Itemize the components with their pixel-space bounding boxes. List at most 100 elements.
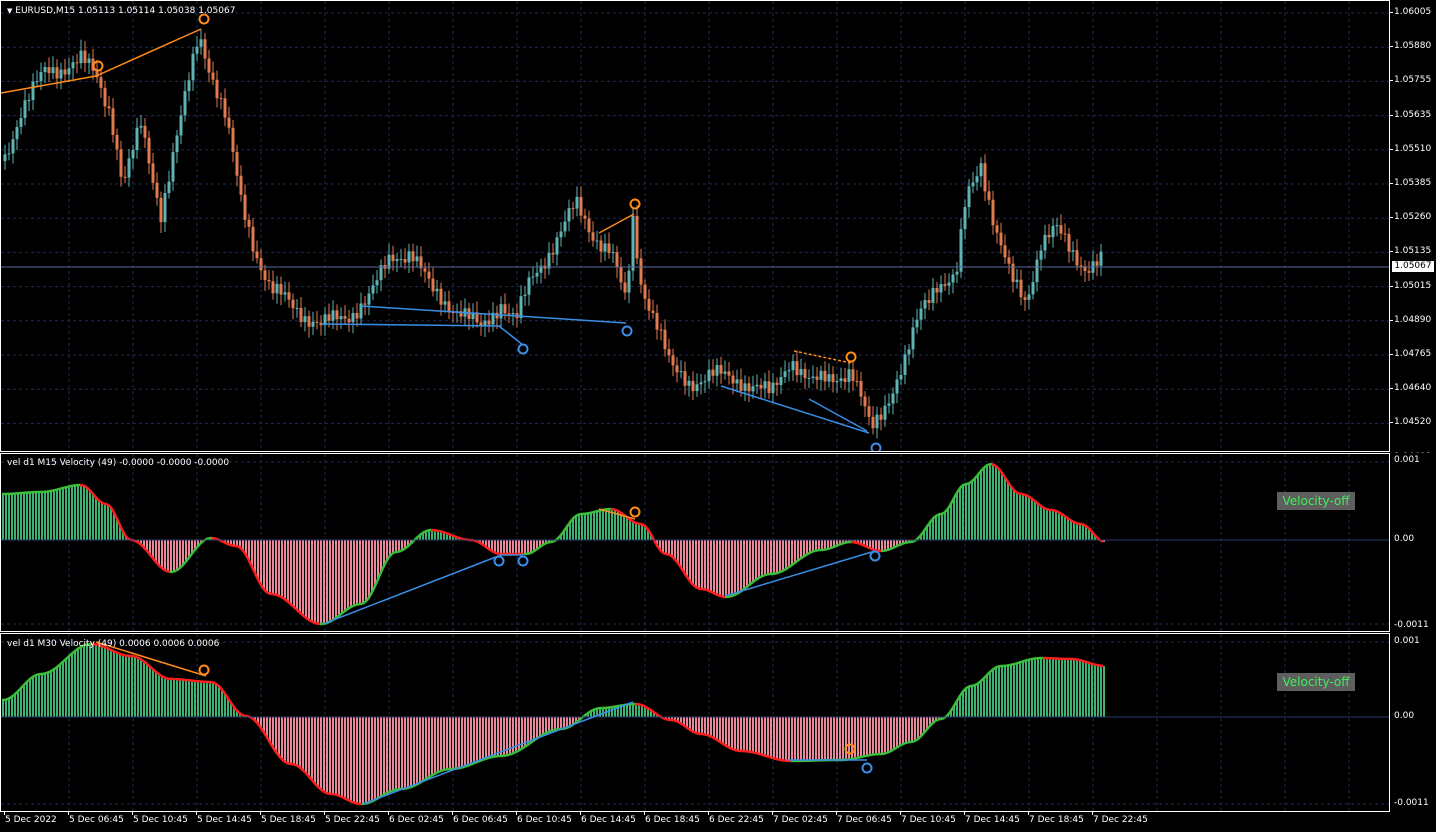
velocity-curve-segment xyxy=(136,656,141,660)
price-chart-pane[interactable]: ▼ EURUSD,M15 1.05113 1.05114 1.05038 1.0… xyxy=(0,0,1390,452)
triangle-down-icon[interactable]: ▼ xyxy=(7,7,12,15)
velocity-curve-segment xyxy=(613,508,618,512)
candle-body xyxy=(959,229,963,272)
velocity-curve-segment xyxy=(583,712,588,718)
velocity-curve-segment xyxy=(421,530,426,535)
velocity-curve-segment xyxy=(394,787,399,792)
velocity-curve-segment xyxy=(904,540,909,545)
candle-body xyxy=(179,115,183,136)
velocity-curve-segment xyxy=(808,550,813,555)
candle-body xyxy=(663,329,667,350)
velocity-curve-segment xyxy=(586,511,591,515)
candle-body xyxy=(87,58,91,63)
candle-body xyxy=(511,313,515,315)
velocity-off-button-m30[interactable]: Velocity-off xyxy=(1277,673,1355,691)
velocity-curve-segment xyxy=(261,730,268,737)
bearish-divergence-icon xyxy=(629,198,641,210)
candle-body xyxy=(895,379,899,394)
candle-body xyxy=(291,299,295,309)
velocity-curve-segment xyxy=(391,550,396,555)
velocity-curve-segment xyxy=(355,602,360,606)
candle-body xyxy=(947,282,951,286)
velocity-curve-segment xyxy=(55,664,60,669)
velocity-curve-segment xyxy=(1027,495,1032,500)
velocity-curve-segment xyxy=(61,659,66,664)
candle-body xyxy=(203,39,207,59)
candle-body xyxy=(739,379,743,391)
velocity-m30-pane[interactable]: vel d1 M30 Velocity (49) 0.0006 0.0006 0… xyxy=(0,633,1390,812)
velocity-m15-pane[interactable]: vel d1 M15 Velocity (49) -0.0000 -0.0000… xyxy=(0,453,1390,632)
scale-tickmark xyxy=(1390,285,1393,287)
candle-body xyxy=(759,384,763,389)
velocity-curve-segment xyxy=(730,594,735,598)
time-label: 7 Dec 10:45 xyxy=(901,815,956,825)
velocity-curve-segment xyxy=(964,685,969,691)
velocity-curve-segment xyxy=(481,543,486,548)
velocity-curve-segment xyxy=(652,710,657,715)
velocity-curve-segment xyxy=(913,738,918,743)
candle-body xyxy=(123,176,127,178)
candle-body xyxy=(403,258,407,263)
velocity-curve-segment xyxy=(307,774,312,780)
velocity-curve-segment xyxy=(61,486,66,490)
velocity-curve-segment xyxy=(343,608,348,613)
candle-body xyxy=(1007,257,1011,264)
scale-tick: 0.00 xyxy=(1394,711,1415,721)
velocity-curve-segment xyxy=(385,790,390,795)
candle-body xyxy=(347,318,351,323)
velocity-curve-segment xyxy=(313,781,318,787)
velocity-m30-label: vel d1 M30 Velocity (49) 0.0006 0.0006 0… xyxy=(7,639,220,649)
velocity-curve-segment xyxy=(733,592,738,597)
candle-body xyxy=(391,254,395,262)
candle-body xyxy=(143,125,147,138)
candle-body xyxy=(791,361,795,371)
candle-body xyxy=(667,349,671,356)
velocity-curve-segment xyxy=(979,467,984,473)
candle-body xyxy=(163,193,167,223)
velocity-curve-segment xyxy=(16,688,21,694)
velocity-curve-segment xyxy=(283,760,288,765)
velocity-curve-segment xyxy=(430,773,435,777)
velocity-curve-segment xyxy=(1015,661,1020,665)
velocity-curve-segment xyxy=(754,751,759,755)
candle-body xyxy=(991,199,995,226)
velocity-curve-segment xyxy=(1081,522,1086,527)
price-tick: 1.04520 xyxy=(1394,417,1432,428)
velocity-curve-segment xyxy=(895,543,900,548)
velocity-curve-segment xyxy=(945,504,952,511)
velocity-curve-segment xyxy=(433,771,438,776)
velocity-curve-segment xyxy=(589,511,594,515)
price-chart-canvas xyxy=(1,1,1389,451)
candle-body xyxy=(999,232,1003,246)
velocity-curve-segment xyxy=(841,541,846,545)
candle-body xyxy=(835,380,839,383)
candle-body xyxy=(699,382,703,385)
candle-body xyxy=(567,208,571,222)
velocity-curve-segment xyxy=(70,650,75,656)
velocity-m15-canvas xyxy=(1,454,1389,631)
candle-body xyxy=(555,237,559,255)
velocity-curve-segment xyxy=(823,548,828,552)
candle-body xyxy=(79,50,83,64)
velocity-curve-segment xyxy=(1045,507,1050,512)
velocity-curve-segment xyxy=(715,593,720,597)
candle-body xyxy=(279,283,283,295)
velocity-curve-segment xyxy=(616,509,621,514)
velocity-curve-segment xyxy=(979,678,984,683)
candle-body xyxy=(811,376,815,378)
velocity-curve-segment xyxy=(349,799,354,804)
velocity-curve-segment xyxy=(253,718,258,724)
candle-body xyxy=(47,67,51,74)
velocity-curve-segment xyxy=(442,768,447,772)
candle-body xyxy=(695,384,699,392)
velocity-curve-segment xyxy=(973,682,978,687)
velocity-curve-segment xyxy=(856,541,861,546)
velocity-curve-segment xyxy=(628,517,633,522)
price-tick: 1.04765 xyxy=(1394,349,1432,359)
price-scale[interactable]: 1.06005 1.05880 1.05755 1.05635 1.05510 1.053… xyxy=(1390,0,1436,462)
velocity-off-button-m15[interactable]: Velocity-off xyxy=(1277,492,1355,510)
price-tick: 1.05510 xyxy=(1394,143,1432,154)
velocity-curve-segment xyxy=(258,725,265,732)
divergence-line xyxy=(498,325,524,346)
bearish-divergence-icon xyxy=(198,664,210,676)
